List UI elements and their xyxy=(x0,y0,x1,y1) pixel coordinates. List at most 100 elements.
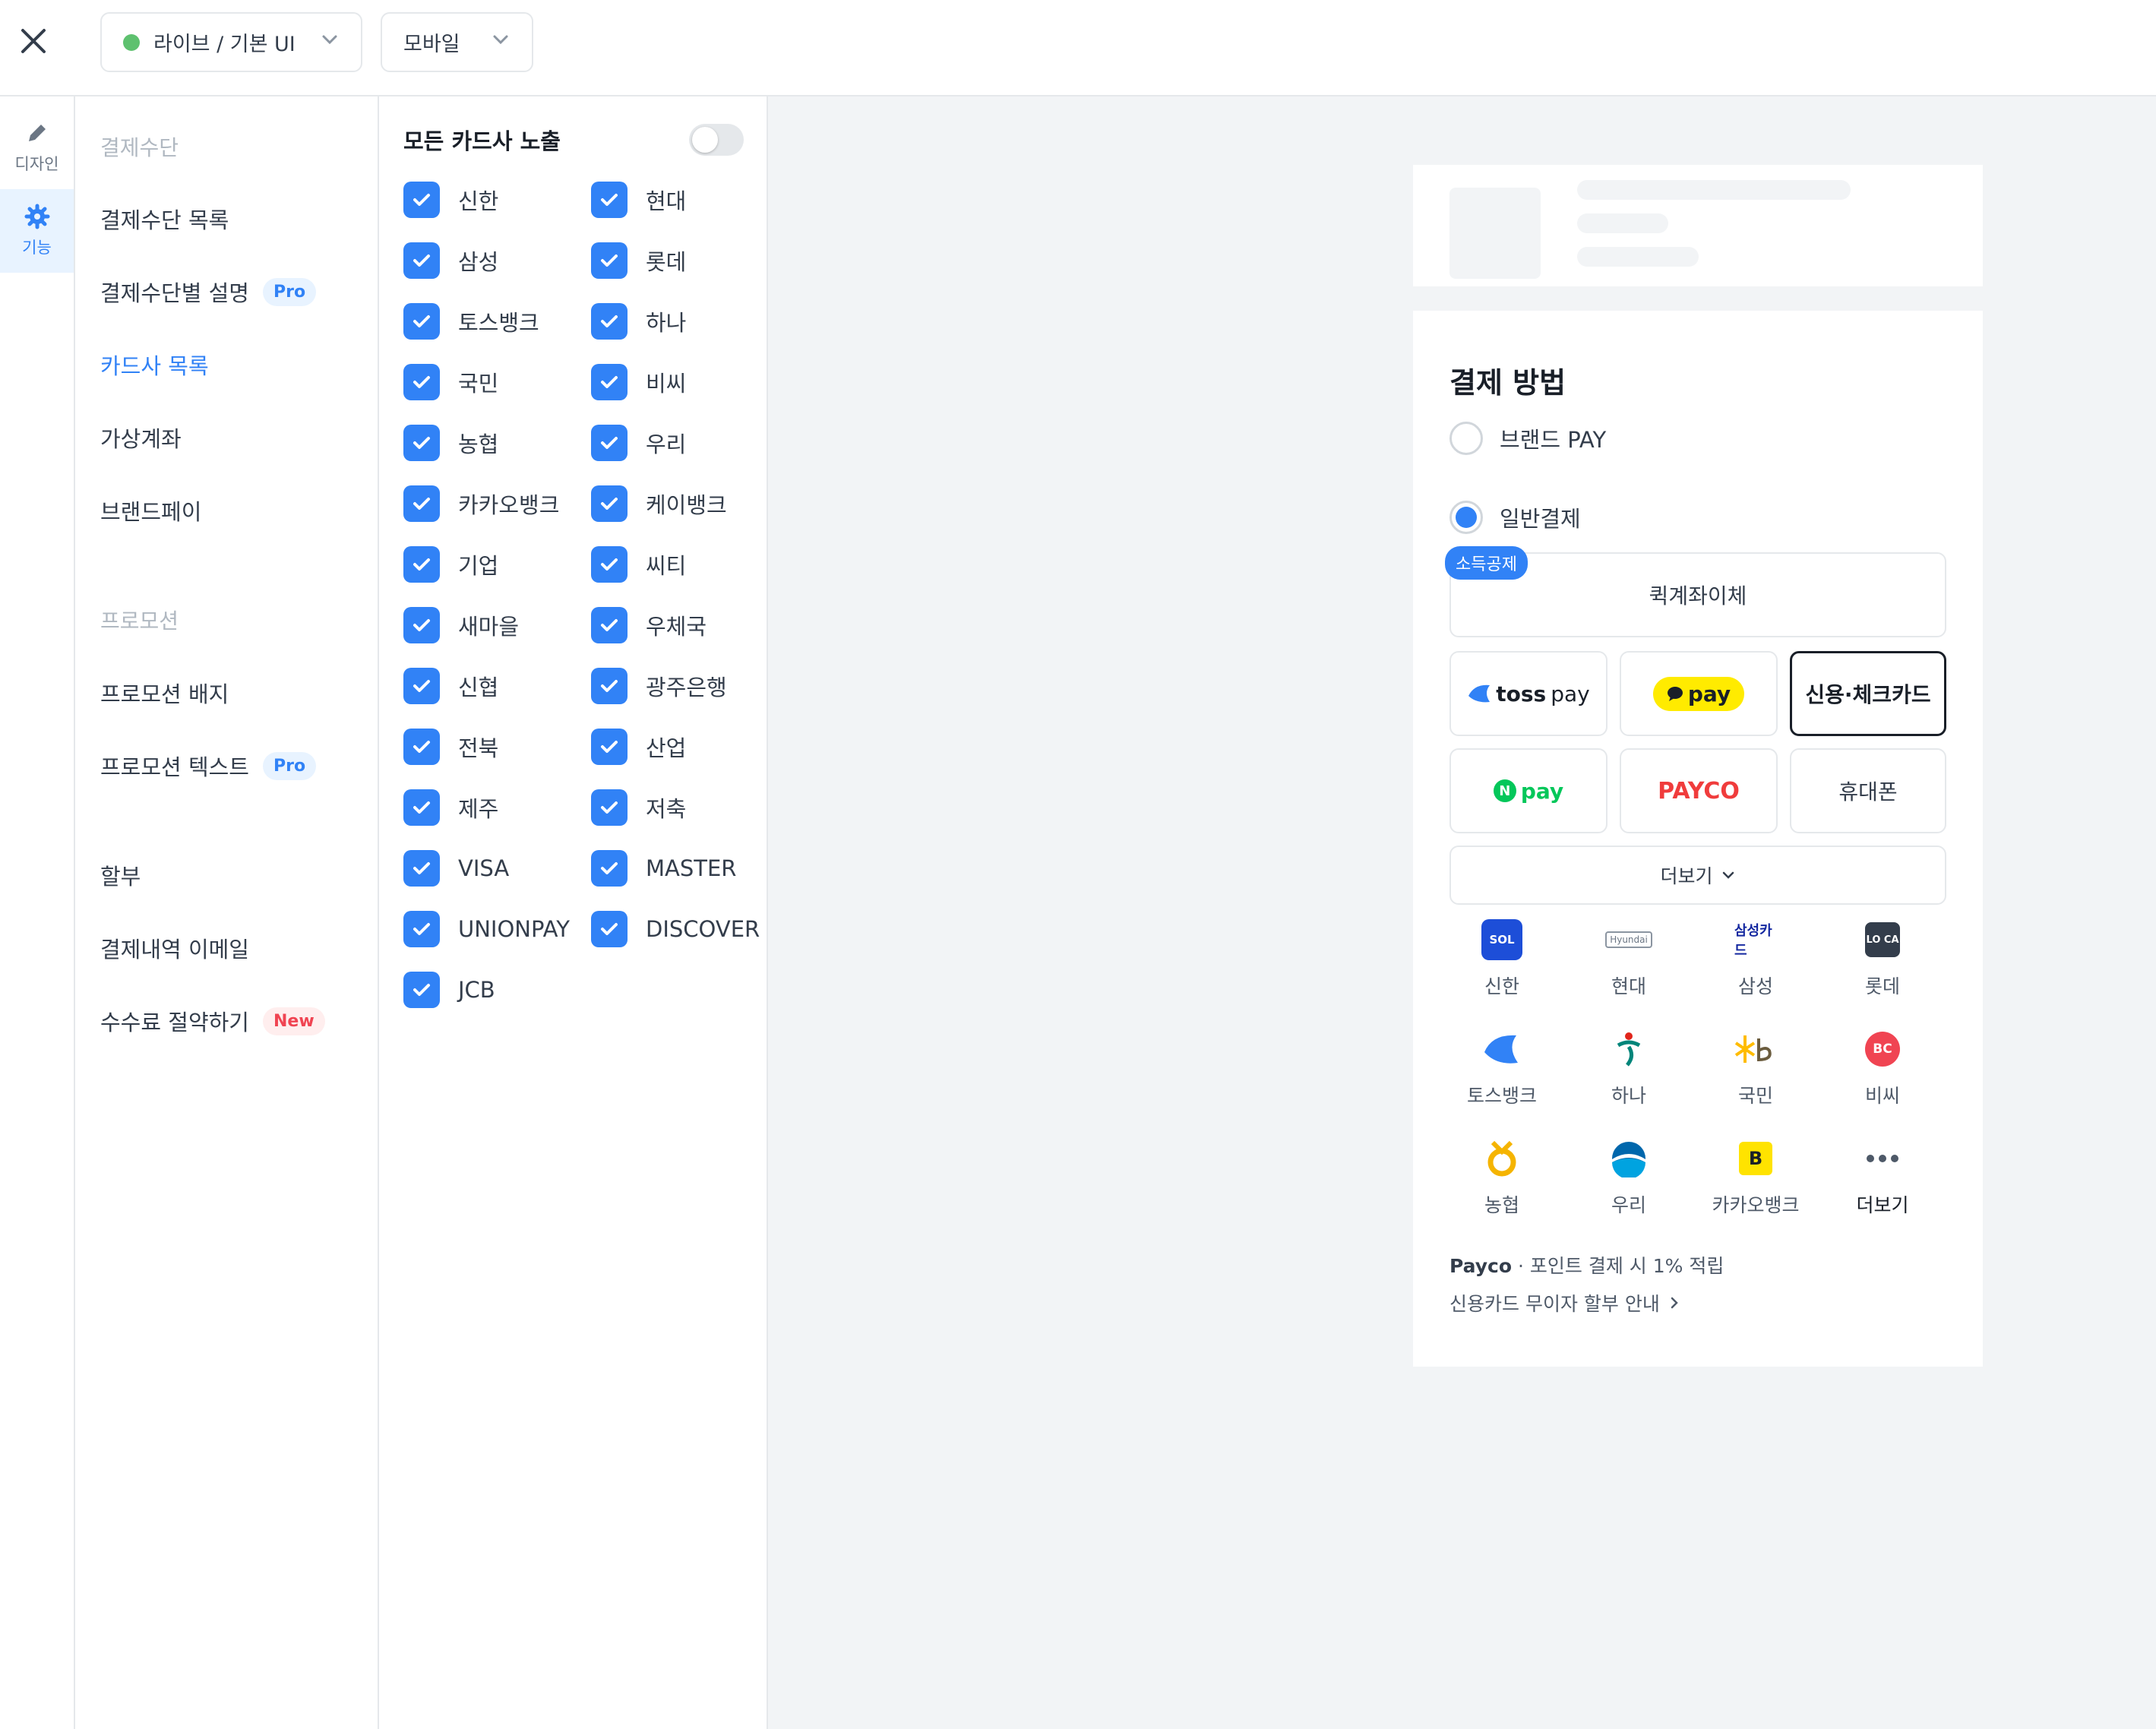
checkbox[interactable] xyxy=(403,242,440,279)
checkbox[interactable] xyxy=(591,729,628,765)
radio-dot xyxy=(1456,507,1477,528)
card-checkbox-item[interactable]: 우리 xyxy=(591,425,686,461)
kakaopay-button[interactable]: pay xyxy=(1620,651,1778,736)
checkbox[interactable] xyxy=(591,850,628,887)
rail-item-function[interactable]: 기능 xyxy=(0,189,74,273)
checkbox[interactable] xyxy=(403,729,440,765)
bank-samsung[interactable]: 삼성카드 삼성 xyxy=(1695,918,1816,999)
checkbox[interactable] xyxy=(591,485,628,522)
rail-item-design[interactable]: 디자인 xyxy=(0,106,74,189)
payco-button[interactable]: PAYCO xyxy=(1620,748,1778,833)
checkbox[interactable] xyxy=(591,364,628,400)
card-checkbox-item[interactable]: 현대 xyxy=(591,182,686,218)
menu-item-card-list[interactable]: 카드사 목록 xyxy=(100,349,209,381)
card-checkbox-item[interactable]: 새마을 xyxy=(403,607,519,643)
card-company-label: 농협 xyxy=(458,431,499,457)
device-dropdown[interactable]: 모바일 xyxy=(381,12,533,72)
checkbox[interactable] xyxy=(403,546,440,583)
card-checkbox-item[interactable]: 카카오뱅크 xyxy=(403,485,559,522)
checkbox[interactable] xyxy=(591,607,628,643)
menu-item-payment-description[interactable]: 결제수단별 설명 Pro xyxy=(100,276,317,308)
checkbox[interactable] xyxy=(591,182,628,218)
menu-item-promotion-text[interactable]: 프로모션 텍스트 Pro xyxy=(100,750,317,782)
card-company-label: 하나 xyxy=(646,310,687,336)
menu-item-save-fees[interactable]: 수수료 절약하기 New xyxy=(100,1005,325,1037)
checkbox[interactable] xyxy=(403,364,440,400)
card-checkbox-item[interactable]: 신협 xyxy=(403,668,498,704)
pro-badge: Pro xyxy=(262,751,317,780)
mode-dropdown[interactable]: 라이브 / 기본 UI xyxy=(100,12,362,72)
general-payment-option[interactable]: 일반결제 xyxy=(1449,501,1581,534)
menu-item-promotion-badge[interactable]: 프로모션 배지 xyxy=(100,677,229,709)
bank-hana[interactable]: 하나 xyxy=(1568,1028,1690,1108)
brand-pay-option[interactable]: 브랜드 PAY xyxy=(1449,422,1606,455)
checkbox[interactable] xyxy=(403,182,440,218)
checkbox[interactable] xyxy=(591,242,628,279)
card-checkbox-item[interactable]: DISCOVER xyxy=(591,911,760,947)
card-checkbox-item[interactable]: 씨티 xyxy=(591,546,686,583)
credit-card-button[interactable]: 신용·체크카드 xyxy=(1790,651,1946,736)
checkbox[interactable] xyxy=(591,911,628,947)
checkbox[interactable] xyxy=(403,911,440,947)
card-checkbox-item[interactable]: 기업 xyxy=(403,546,498,583)
checkbox[interactable] xyxy=(403,303,440,340)
brand-pay-radio[interactable] xyxy=(1449,422,1483,455)
bank-woori[interactable]: 우리 xyxy=(1568,1137,1690,1218)
checkbox[interactable] xyxy=(403,485,440,522)
card-checkbox-item[interactable]: 우체국 xyxy=(591,607,707,643)
card-checkbox-item[interactable]: 전북 xyxy=(403,729,498,765)
bank-shinhan[interactable]: SOL 신한 xyxy=(1441,918,1563,999)
bank-kookmin[interactable]: 국민 xyxy=(1695,1028,1816,1108)
card-checkbox-item[interactable]: UNIONPAY xyxy=(403,911,570,947)
bank-tossbank[interactable]: 토스뱅크 xyxy=(1441,1028,1563,1108)
card-checkbox-item[interactable]: 삼성 xyxy=(403,242,498,279)
more-methods-button[interactable]: 더보기 xyxy=(1449,846,1946,905)
menu-item-brandpay[interactable]: 브랜드페이 xyxy=(100,495,201,526)
card-checkbox-item[interactable]: 제주 xyxy=(403,789,498,826)
card-checkbox-item[interactable]: 국민 xyxy=(403,364,498,400)
card-checkbox-item[interactable]: 신한 xyxy=(403,182,498,218)
checkbox[interactable] xyxy=(403,425,440,461)
checkbox[interactable] xyxy=(403,668,440,704)
bank-lotte[interactable]: LO CA 롯데 xyxy=(1822,918,1943,999)
card-checkbox-item[interactable]: MASTER xyxy=(591,850,736,887)
card-checkbox-item[interactable]: VISA xyxy=(403,850,509,887)
checkbox[interactable] xyxy=(403,972,440,1008)
card-checkbox-item[interactable]: 롯데 xyxy=(591,242,686,279)
bank-hyundai[interactable]: Hyundai 현대 xyxy=(1568,918,1690,999)
skeleton-line xyxy=(1577,247,1699,267)
menu-item-payment-list[interactable]: 결제수단 목록 xyxy=(100,203,229,235)
card-checkbox-item[interactable]: 저축 xyxy=(591,789,686,826)
checkbox[interactable] xyxy=(403,850,440,887)
card-checkbox-item[interactable]: 토스뱅크 xyxy=(403,303,539,340)
card-checkbox-item[interactable]: 케이뱅크 xyxy=(591,485,727,522)
show-all-cards-toggle[interactable] xyxy=(689,124,744,156)
card-checkbox-item[interactable]: 광주은행 xyxy=(591,668,727,704)
bank-kakaobank[interactable]: B 카카오뱅크 xyxy=(1695,1137,1816,1218)
installment-info-link[interactable]: 신용카드 무이자 할부 안내 xyxy=(1449,1289,1681,1317)
phone-payment-button[interactable]: 휴대폰 xyxy=(1790,748,1946,833)
bank-bc[interactable]: BC 비씨 xyxy=(1822,1028,1943,1108)
card-checkbox-item[interactable]: 산업 xyxy=(591,729,686,765)
checkbox[interactable] xyxy=(403,789,440,826)
card-checkbox-item[interactable]: 비씨 xyxy=(591,364,686,400)
checkbox[interactable] xyxy=(591,668,628,704)
card-checkbox-item[interactable]: JCB xyxy=(403,972,495,1008)
npay-button[interactable]: N pay xyxy=(1449,748,1608,833)
close-button[interactable] xyxy=(14,21,53,61)
checkbox[interactable] xyxy=(403,607,440,643)
checkbox[interactable] xyxy=(591,789,628,826)
menu-item-installment[interactable]: 할부 xyxy=(100,859,141,891)
menu-item-receipt-email[interactable]: 결제내역 이메일 xyxy=(100,932,249,964)
quick-transfer-button[interactable]: 소득공제 퀵계좌이체 xyxy=(1445,546,1946,637)
card-checkbox-item[interactable]: 하나 xyxy=(591,303,686,340)
menu-item-virtual-account[interactable]: 가상계좌 xyxy=(100,422,182,454)
general-payment-radio[interactable] xyxy=(1449,501,1483,534)
checkbox[interactable] xyxy=(591,546,628,583)
checkbox[interactable] xyxy=(591,425,628,461)
bank-nonghyup[interactable]: 농협 xyxy=(1441,1137,1563,1218)
bank-more[interactable]: 더보기 xyxy=(1822,1137,1943,1218)
tosspay-button[interactable]: toss pay xyxy=(1449,651,1608,736)
card-checkbox-item[interactable]: 농협 xyxy=(403,425,498,461)
checkbox[interactable] xyxy=(591,303,628,340)
